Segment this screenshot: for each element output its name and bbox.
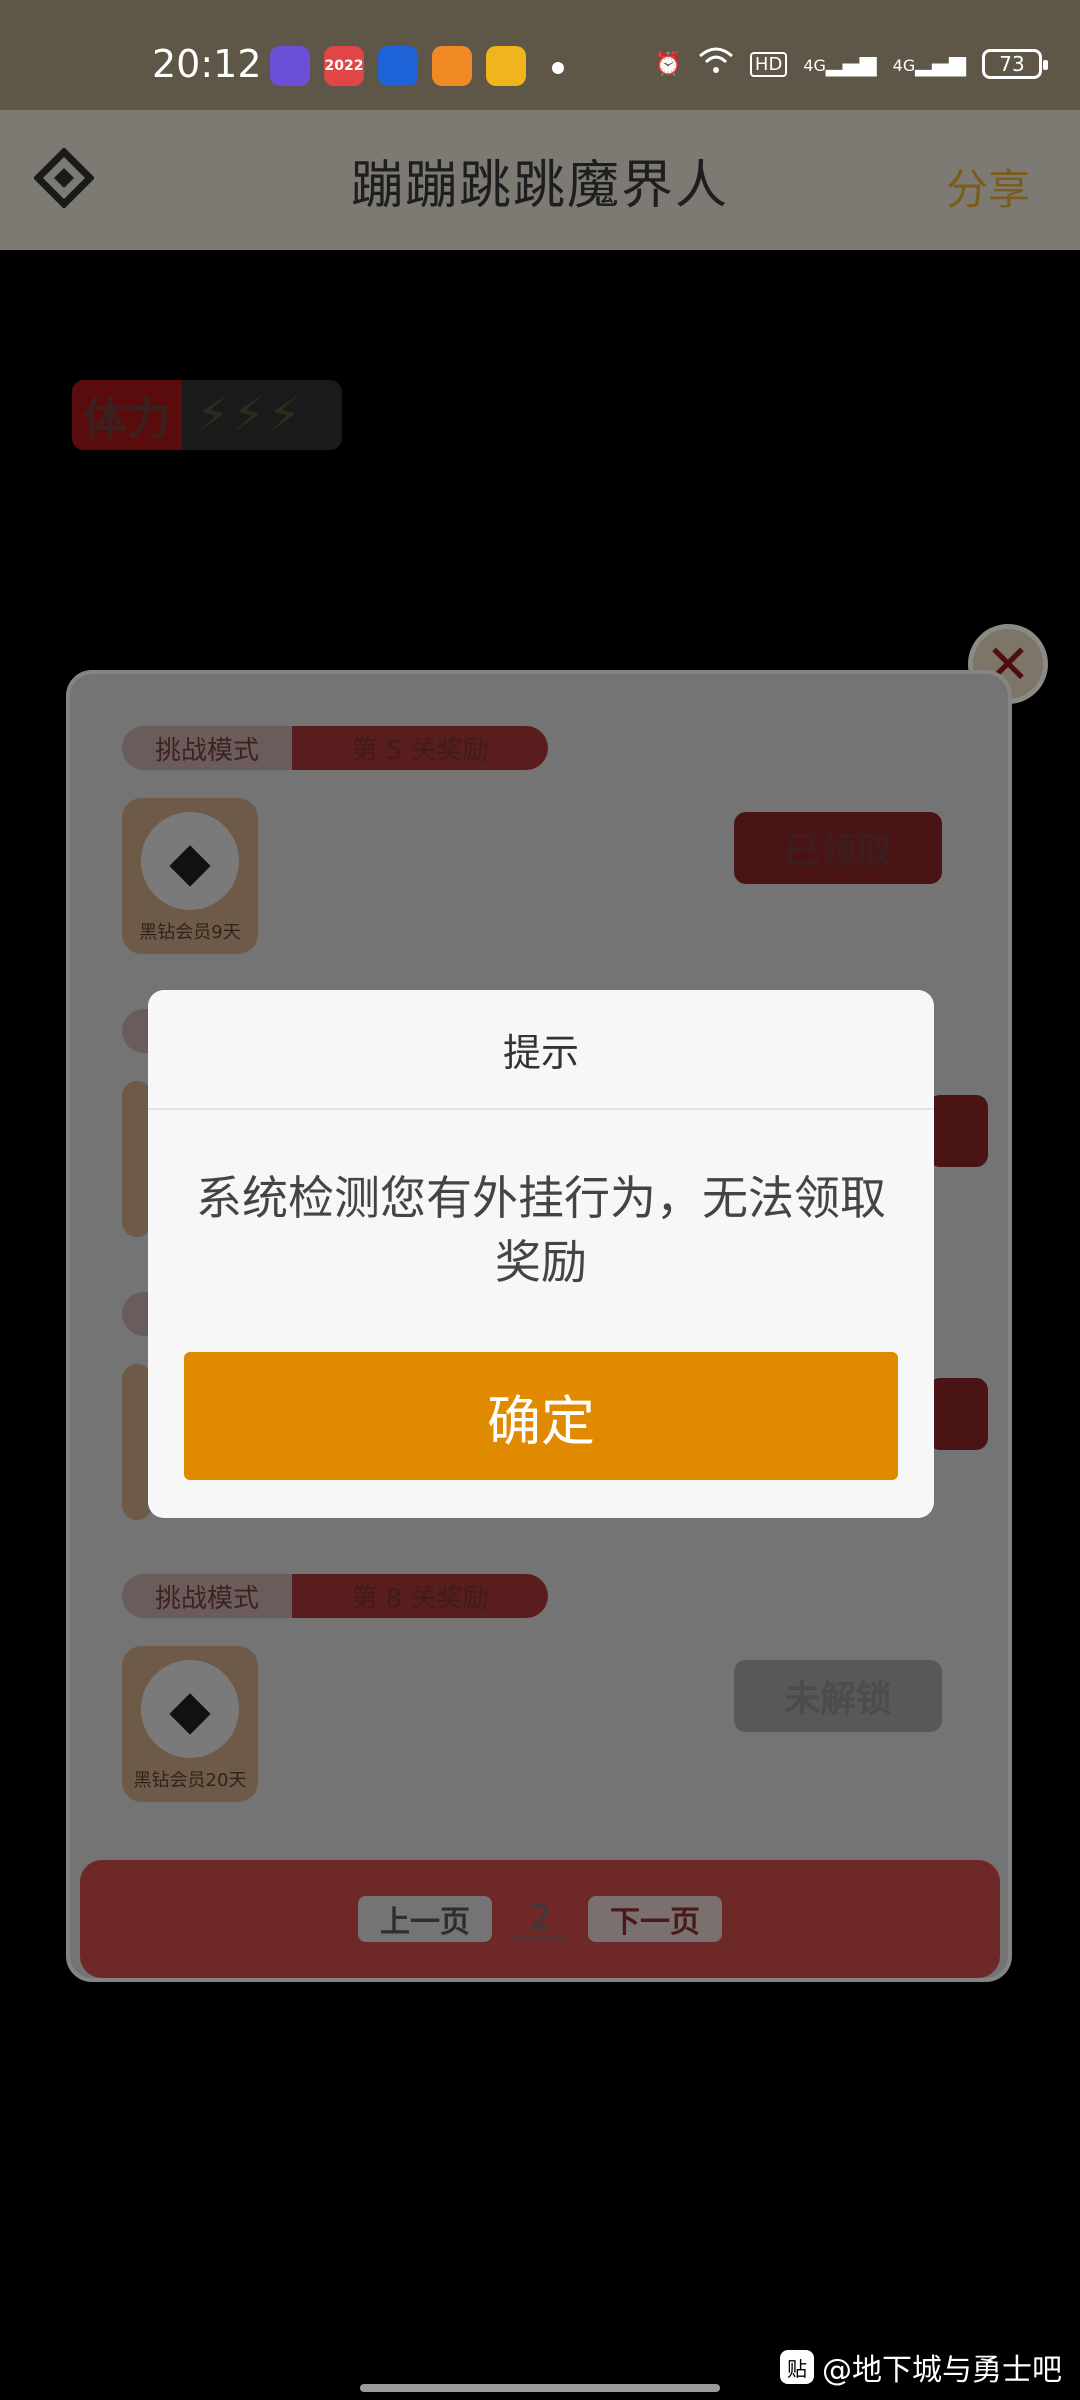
pagination: 上一页 2 下一页: [80, 1860, 1000, 1978]
status-icons: ⏰ HD 4G▂▄▆ 4G▂▄▆ 73: [654, 46, 1048, 82]
reward-tags: 挑战模式 第 5 关奖励: [122, 726, 548, 770]
status-bar: 20:12 2022 ⏰ HD 4G▂▄▆ 4G▂▄▆ 73: [0, 0, 1080, 110]
clock: 20:12: [152, 42, 262, 86]
stamina-bar: 体力 ⚡⚡⚡: [72, 380, 342, 450]
watermark-text: @地下城与勇士吧: [822, 2353, 1062, 2388]
alarm-icon: ⏰: [654, 51, 682, 77]
page-title: 蹦蹦跳跳魔界人: [350, 155, 729, 216]
page-number: 2: [512, 1898, 568, 1940]
signal-1-icon: 4G▂▄▆: [803, 51, 877, 77]
locked-button[interactable]: 未解锁: [734, 1660, 942, 1732]
level-tag: 第 5 关奖励: [292, 726, 548, 770]
diamond-icon: ◆: [141, 1660, 239, 1758]
level-tag: 第 8 关奖励: [292, 1574, 548, 1618]
app-2-icon: 2022: [324, 46, 364, 86]
reward-item-card: ◆ 黑钻会员20天: [122, 1646, 258, 1802]
battery-level: 73: [999, 52, 1025, 76]
share-button[interactable]: 分享: [946, 156, 1030, 217]
wifi-icon: [698, 46, 734, 82]
next-page-button[interactable]: 下一页: [588, 1896, 722, 1942]
reward-row: 挑战模式 第 8 关奖励 ◆ 黑钻会员20天 未解锁: [122, 1574, 968, 1824]
signal-2-icon: 4G▂▄▆: [892, 51, 966, 77]
hd-icon: HD: [749, 51, 788, 77]
battery-icon: 73: [982, 49, 1048, 79]
prev-page-button[interactable]: 上一页: [358, 1896, 492, 1942]
claimed-button[interactable]: 已领取: [734, 812, 942, 884]
reward-state-button[interactable]: [928, 1378, 988, 1450]
diamond-icon: ◆: [141, 812, 239, 910]
reward-tags: 挑战模式 第 8 关奖励: [122, 1574, 548, 1618]
app-5-icon: [486, 46, 526, 86]
app-header: 蹦蹦跳跳魔界人 分享: [0, 110, 1080, 250]
app-3-icon: [378, 46, 418, 86]
mode-tag: 挑战模式: [122, 726, 292, 770]
reward-item-name: 黑钻会员20天: [133, 1770, 247, 1791]
notification-app-icons: 2022: [270, 46, 526, 86]
reward-row: 挑战模式 第 5 关奖励 ◆ 黑钻会员9天 已领取: [122, 726, 968, 976]
watermark: 贴 @地下城与勇士吧: [780, 2345, 1062, 2389]
more-notifications-dot: [552, 62, 564, 74]
network-type-2: 4G: [892, 55, 916, 75]
tieba-icon: 贴: [780, 2350, 814, 2384]
home-indicator[interactable]: [360, 2384, 720, 2392]
dialog-title: 提示: [148, 990, 934, 1110]
confirm-button[interactable]: 确定: [184, 1352, 898, 1480]
mode-tag: 挑战模式: [122, 1574, 292, 1618]
stamina-bolts-icon: ⚡⚡⚡: [196, 387, 304, 443]
logo-icon[interactable]: [33, 147, 95, 209]
reward-state-button[interactable]: [928, 1095, 988, 1167]
reward-item-card: ◆ 黑钻会员9天: [122, 798, 258, 954]
network-type-1: 4G: [803, 55, 826, 75]
reward-item-name: 黑钻会员9天: [139, 922, 241, 943]
stamina-label: 体力: [72, 380, 182, 450]
alert-dialog: 提示 系统检测您有外挂行为，无法领取奖励 确定: [148, 990, 934, 1518]
app-1-icon: [270, 46, 310, 86]
dialog-message: 系统检测您有外挂行为，无法领取奖励: [196, 1171, 886, 1289]
app-4-icon: [432, 46, 472, 86]
